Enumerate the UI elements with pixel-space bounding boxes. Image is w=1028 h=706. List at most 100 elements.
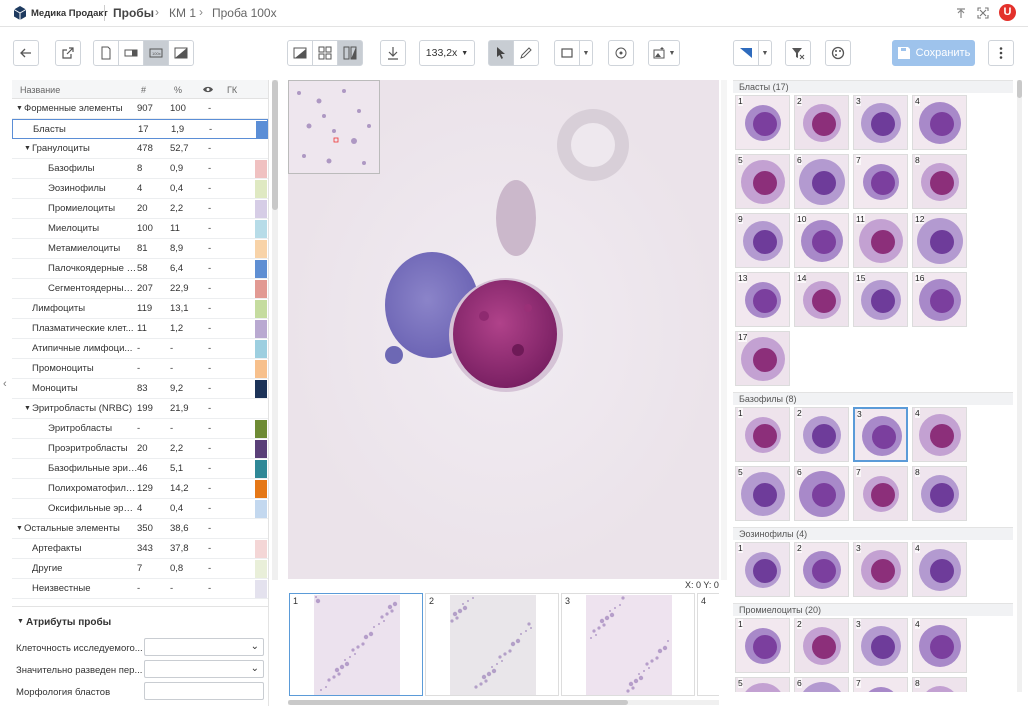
zoom-dropdown[interactable]: 133,2x ▼ [419, 40, 475, 66]
color-swatch[interactable] [255, 380, 267, 398]
table-row[interactable]: Другие 7 0,8 - [12, 559, 268, 579]
caret-down-icon[interactable]: ▼ [17, 618, 24, 625]
view-document-button[interactable] [93, 40, 119, 66]
table-row[interactable]: Полихроматофильн... 129 14,2 - [12, 479, 268, 499]
table-row[interactable]: Артефакты 343 37,8 - [12, 539, 268, 559]
user-avatar[interactable]: U [999, 4, 1016, 21]
cell-thumbnail[interactable]: 4 [912, 407, 967, 462]
image-settings-button[interactable]: ▼ [648, 40, 680, 66]
cell-thumbnail[interactable]: 3 [853, 95, 908, 150]
scroll-thumb[interactable] [288, 700, 628, 705]
cell-thumbnail[interactable]: 1 [735, 95, 790, 150]
cell-thumbnail[interactable]: 15 [853, 272, 908, 327]
minimap[interactable] [288, 80, 380, 174]
color-swatch[interactable] [255, 240, 267, 258]
breadcrumb-km[interactable]: КМ 1 [169, 6, 196, 20]
classify-dropdown[interactable]: ▼ [758, 40, 772, 66]
table-row[interactable]: ▼ Эритробласты (NRBC) 199 21,9 - [12, 399, 268, 419]
attr-input[interactable] [144, 682, 264, 700]
table-row[interactable]: ▼ Остальные элементы 350 38,6 - [12, 519, 268, 539]
cell-thumbnail[interactable]: 2 [794, 542, 849, 597]
gallery-section-header[interactable]: Эозинофилы (4) [733, 527, 1013, 540]
table-row[interactable]: Промиелоциты 20 2,2 - [12, 199, 268, 219]
filter-button[interactable] [785, 40, 811, 66]
cell-thumbnail[interactable]: 8 [912, 154, 967, 209]
table-row[interactable]: Промоноциты - - - [12, 359, 268, 379]
cell-thumbnail[interactable]: 8 [912, 677, 967, 692]
color-swatch[interactable] [255, 300, 267, 318]
pointer-tool-button[interactable] [488, 40, 514, 66]
grid-view-button[interactable] [312, 40, 338, 66]
scroll-thumb[interactable] [1017, 80, 1022, 98]
table-row[interactable]: Базофильные эритр... 46 5,1 - [12, 459, 268, 479]
slide-thumbnail[interactable]: 1 [289, 593, 423, 696]
gallery-section-header[interactable]: Базофилы (8) [733, 392, 1013, 405]
caret-down-icon[interactable]: ▼ [16, 519, 23, 538]
color-swatch[interactable] [255, 320, 267, 338]
cell-thumbnail[interactable]: 4 [912, 95, 967, 150]
back-button[interactable] [13, 40, 39, 66]
caret-down-icon[interactable]: ▼ [24, 399, 31, 418]
open-external-button[interactable] [55, 40, 81, 66]
view-100x-button[interactable]: 100x [143, 40, 169, 66]
color-swatch[interactable] [255, 280, 267, 298]
table-row[interactable]: Базофилы 8 0,9 - [12, 159, 268, 179]
color-swatch[interactable] [255, 540, 267, 558]
cell-thumbnail[interactable]: 2 [794, 407, 849, 462]
slide-thumbnail[interactable]: 4 [697, 593, 719, 696]
eye-icon[interactable] [202, 85, 214, 94]
color-swatch[interactable] [255, 200, 267, 218]
classify-button[interactable] [733, 40, 759, 66]
color-swatch[interactable] [255, 160, 267, 178]
cell-thumbnail[interactable]: 13 [735, 272, 790, 327]
cell-thumbnail[interactable]: 11 [853, 213, 908, 268]
attr-select[interactable]: ⌄ [144, 638, 264, 656]
cell-thumbnail[interactable]: 7 [853, 677, 908, 692]
table-row[interactable]: Метамиелоциты 81 8,9 - [12, 239, 268, 259]
color-swatch[interactable] [255, 340, 267, 358]
view-panel-button[interactable] [118, 40, 144, 66]
cell-thumbnail[interactable]: 5 [735, 466, 790, 521]
cell-thumbnail[interactable]: 6 [794, 677, 849, 692]
table-row[interactable]: Проэритробласты 20 2,2 - [12, 439, 268, 459]
cell-thumbnail[interactable]: 17 [735, 331, 790, 386]
rect-tool-dropdown[interactable]: ▼ [579, 40, 593, 66]
table-row[interactable]: Эозинофилы 4 0,4 - [12, 179, 268, 199]
cell-thumbnail[interactable]: 14 [794, 272, 849, 327]
table-row[interactable]: Лимфоциты 119 13,1 - [12, 299, 268, 319]
pin-icon[interactable] [955, 7, 967, 19]
cell-thumbnail[interactable]: 4 [912, 618, 967, 673]
color-swatch[interactable] [255, 580, 267, 598]
split-view-button[interactable] [337, 40, 363, 66]
table-row[interactable]: ▼ Гранулоциты 478 52,7 - [12, 139, 268, 159]
cell-thumbnail[interactable]: 5 [735, 677, 790, 692]
color-swatch[interactable] [255, 440, 267, 458]
color-swatch[interactable] [256, 121, 268, 139]
color-swatch[interactable] [255, 560, 267, 578]
cell-thumbnail[interactable]: 12 [912, 213, 967, 268]
slide-viewer[interactable] [288, 80, 719, 579]
download-button[interactable] [380, 40, 406, 66]
color-swatch[interactable] [255, 480, 267, 498]
color-swatch[interactable] [255, 360, 267, 378]
color-swatch[interactable] [255, 460, 267, 478]
color-swatch[interactable] [255, 220, 267, 238]
breadcrumb-samples[interactable]: Пробы [113, 6, 154, 20]
save-button[interactable]: Сохранить [892, 40, 975, 66]
strip-scrollbar[interactable] [288, 700, 719, 705]
cell-thumbnail[interactable]: 2 [794, 95, 849, 150]
cell-thumbnail[interactable]: 10 [794, 213, 849, 268]
scroll-thumb[interactable] [272, 80, 278, 210]
left-scrollbar[interactable] [272, 80, 278, 580]
target-button[interactable] [608, 40, 634, 66]
color-swatch[interactable] [255, 500, 267, 518]
caret-down-icon[interactable]: ▼ [24, 139, 31, 158]
slide-thumbnail[interactable]: 3 [561, 593, 695, 696]
table-row[interactable]: Эритробласты - - - [12, 419, 268, 439]
collapse-left-icon[interactable]: ‹ [3, 378, 7, 390]
cell-thumbnail[interactable]: 7 [853, 466, 908, 521]
color-swatch[interactable] [255, 420, 267, 438]
cell-thumbnail[interactable]: 1 [735, 407, 790, 462]
color-swatch[interactable] [255, 260, 267, 278]
cell-thumbnail[interactable]: 16 [912, 272, 967, 327]
